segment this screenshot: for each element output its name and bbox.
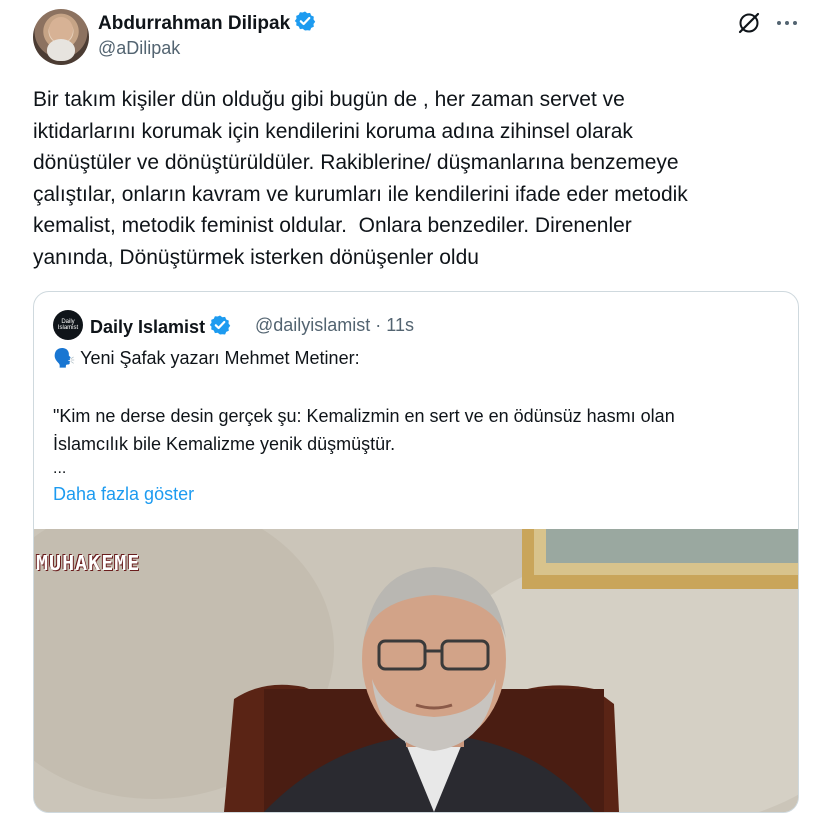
quoted-media-image[interactable]: MUHAKEME (34, 529, 798, 812)
author-name[interactable]: Abdurrahman Dilipak (98, 10, 316, 35)
speaking-head-icon: 🗣️ (53, 348, 76, 368)
quoted-text-body: "Kim ne derse desin gerçek şu: Kemalizmi… (53, 406, 675, 454)
media-watermark: MUHAKEME (36, 551, 141, 575)
quoted-text-line1-text: Yeni Şafak yazarı Mehmet Metiner: (80, 348, 360, 368)
quoted-tweet[interactable]: Daily Islamist Daily Islamist @dailyisla… (33, 291, 799, 813)
media-photo-graphic (34, 529, 798, 812)
author-handle[interactable]: @aDilipak (98, 38, 180, 59)
quoted-text-ellipsis: ... (53, 460, 67, 477)
author-name-text[interactable]: Abdurrahman Dilipak (98, 13, 290, 34)
grok-icon[interactable] (736, 10, 762, 36)
avatar-beard (47, 39, 75, 61)
quoted-author-avatar[interactable]: Daily Islamist (53, 310, 83, 340)
quoted-text-line1: 🗣️ Yeni Şafak yazarı Mehmet Metiner: (53, 348, 360, 369)
show-more-link[interactable]: Daha fazla göster (53, 484, 194, 505)
more-options-icon[interactable] (774, 10, 800, 36)
quoted-handle-time[interactable]: @dailyislamist · 11s (255, 315, 414, 336)
tweet-text: Bir takım kişiler dün olduğu gibi bugün … (33, 88, 688, 269)
quoted-author-name[interactable]: Daily Islamist (90, 314, 231, 338)
verified-badge-icon (209, 315, 231, 335)
author-avatar[interactable] (33, 9, 89, 65)
quoted-author-name-text[interactable]: Daily Islamist (90, 317, 205, 337)
verified-badge-icon (294, 11, 316, 31)
